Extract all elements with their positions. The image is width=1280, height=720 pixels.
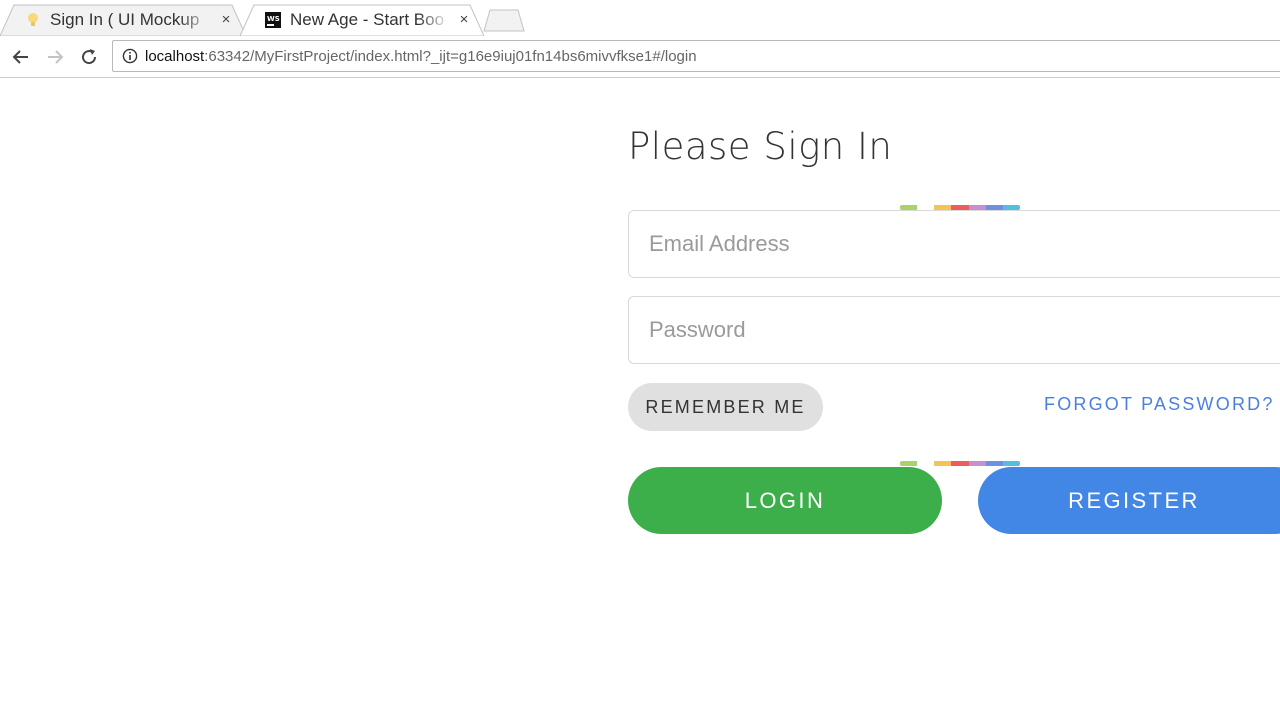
page-title: Please Sign In [628,125,893,168]
new-tab-button[interactable] [480,8,526,32]
rainbow-segment [917,461,935,466]
tab-sign-in[interactable]: Sign In ( UI Mockup × [0,4,246,36]
url-path: :63342/MyFirstProject/index.html?_ijt=g1… [204,47,697,65]
url-text: localhost:63342/MyFirstProject/index.htm… [145,48,697,65]
browser-tab-strip: Sign In ( UI Mockup × WS New Age - Start… [0,0,1280,36]
browser-toolbar: localhost:63342/MyFirstProject/index.htm… [0,36,1280,78]
rainbow-segment [1002,461,1020,466]
url-host: localhost [145,47,205,65]
close-icon[interactable]: × [218,12,234,28]
tab-title: New Age - Start Boo [290,10,445,29]
info-icon[interactable] [121,47,139,65]
rainbow-segment [951,461,969,466]
address-bar[interactable]: localhost:63342/MyFirstProject/index.htm… [112,40,1280,72]
close-icon[interactable]: × [456,12,472,28]
rainbow-divider [900,461,1020,466]
register-button[interactable]: REGISTER [978,467,1280,534]
tab-new-age[interactable]: WS New Age - Start Boo × [240,4,484,36]
page-content: Please Sign In REMEMBER ME FORGOT PASSWO… [0,79,1280,720]
rainbow-segment [985,461,1003,466]
tab-title: Sign In ( UI Mockup [50,10,200,29]
forward-icon[interactable] [42,44,68,70]
rainbow-segment [900,461,918,466]
forgot-password-link[interactable]: FORGOT PASSWORD? [1044,394,1275,415]
lightbulb-icon [24,11,42,29]
rainbow-segment [968,461,986,466]
rainbow-segment [934,461,952,466]
password-field[interactable] [628,296,1280,364]
email-field[interactable] [628,210,1280,278]
login-button[interactable]: LOGIN [628,467,942,534]
webstorm-icon: WS [264,11,282,29]
reload-icon[interactable] [76,44,102,70]
remember-me-toggle[interactable]: REMEMBER ME [628,383,823,431]
svg-text:WS: WS [267,15,280,23]
back-icon[interactable] [8,44,34,70]
